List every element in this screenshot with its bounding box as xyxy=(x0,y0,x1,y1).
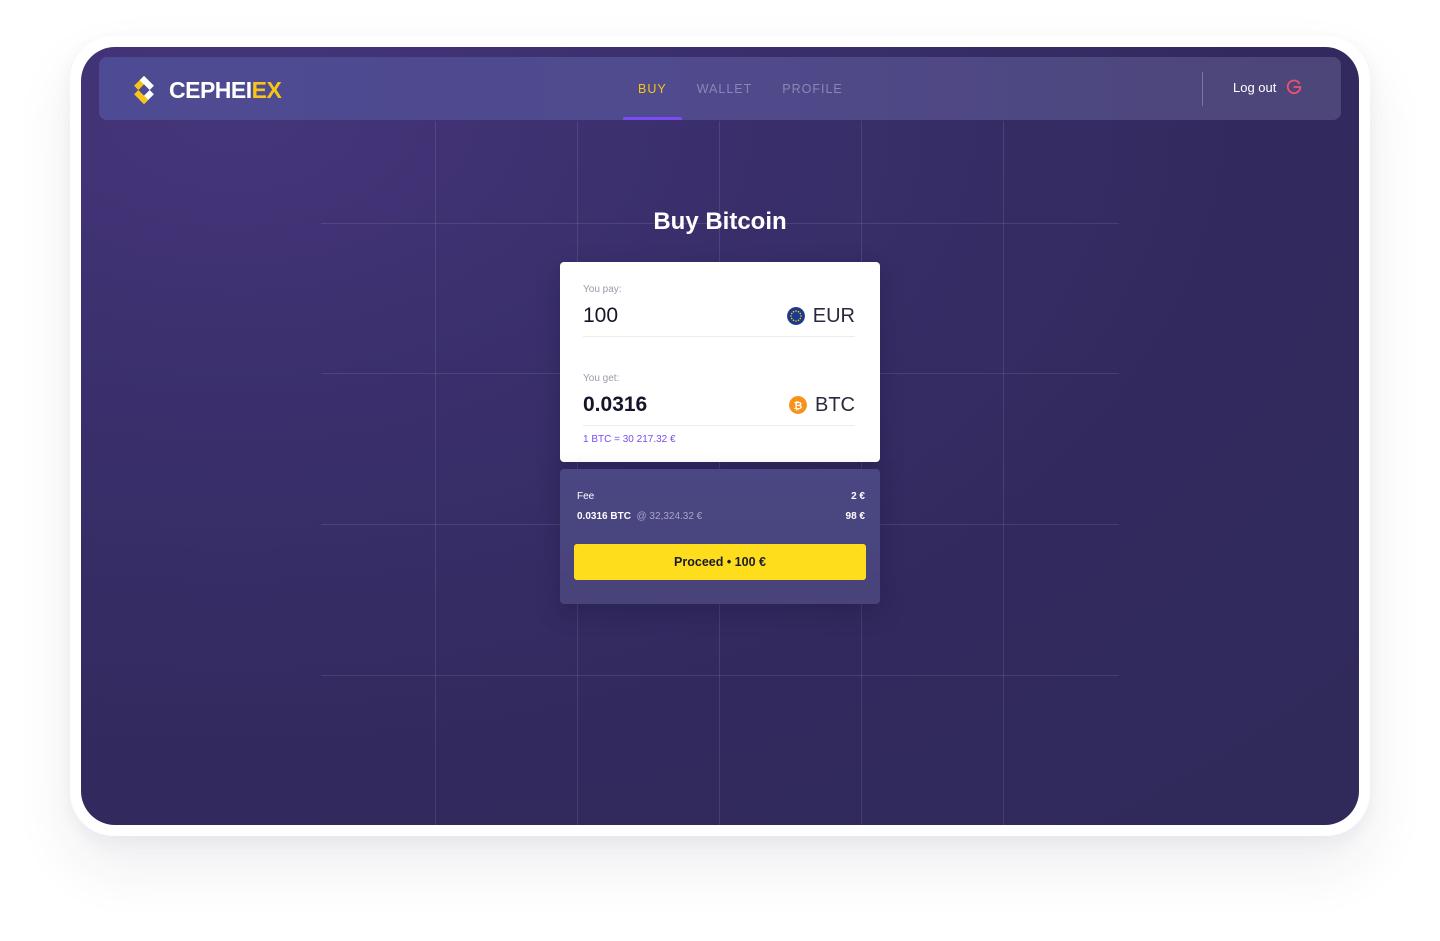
proceed-button[interactable]: Proceed • 100 € xyxy=(574,544,866,580)
fee-row: Fee 2 € xyxy=(577,491,865,502)
pay-field: You pay: 100 EUR xyxy=(583,284,855,337)
logout-label: Log out xyxy=(1233,79,1277,95)
tab-wallet[interactable]: WALLET xyxy=(682,57,768,120)
fee-value: 2 € xyxy=(851,491,865,502)
exchange-card: You pay: 100 EUR You get: 0.0316 ₿ BTC 1… xyxy=(560,262,880,462)
bitcoin-icon: ₿ xyxy=(789,396,807,414)
brand-logo[interactable]: CEPHEIEX xyxy=(127,73,282,107)
exchange-rate: 1 BTC = 30 217.32 € xyxy=(583,434,676,445)
logout-icon xyxy=(1287,79,1302,94)
main-nav: BUY WALLET PROFILE xyxy=(623,57,858,120)
svg-text:₿: ₿ xyxy=(794,400,803,412)
pay-currency-selector[interactable]: EUR xyxy=(786,304,855,328)
amount-btc: 0.0316 BTC xyxy=(577,511,631,522)
brand-name-accent: EX xyxy=(251,76,282,103)
pay-label: You pay: xyxy=(583,284,622,295)
get-label: You get: xyxy=(583,373,620,384)
fee-label: Fee xyxy=(577,491,595,502)
eu-flag-icon xyxy=(786,307,805,325)
pay-row: 100 EUR xyxy=(583,304,855,337)
amount-value: 98 € xyxy=(845,511,865,522)
app-screen: CEPHEIEX BUY WALLET PROFILE Log out Buy … xyxy=(81,47,1359,825)
tab-profile[interactable]: PROFILE xyxy=(767,57,858,120)
pay-amount-input[interactable]: 100 xyxy=(583,304,618,328)
get-currency-code: BTC xyxy=(815,393,855,416)
tab-buy[interactable]: BUY xyxy=(623,57,682,120)
cepheiex-logo-icon xyxy=(134,75,154,105)
grid-line xyxy=(321,675,1119,676)
top-navbar: CEPHEIEX BUY WALLET PROFILE Log out xyxy=(99,57,1341,120)
get-row: 0.0316 ₿ BTC xyxy=(583,393,855,426)
amount-rate: @ 32,324.32 € xyxy=(636,511,703,522)
get-amount-value: 0.0316 xyxy=(583,393,648,416)
page-title: Buy Bitcoin xyxy=(653,208,787,235)
pay-currency-code: EUR xyxy=(812,304,855,327)
order-summary: Fee 2 € 0.0316 BTC @ 32,324.32 € 98 € Pr… xyxy=(560,469,880,604)
logout-button[interactable]: Log out xyxy=(1233,79,1302,95)
brand-name: CEPHEIEX xyxy=(169,76,282,104)
brand-name-main: CEPHEI xyxy=(169,76,252,103)
get-field: You get: 0.0316 ₿ BTC 1 BTC = 30 217.32 … xyxy=(583,373,855,445)
amount-detail: 0.0316 BTC @ 32,324.32 € xyxy=(577,511,702,522)
amount-row: 0.0316 BTC @ 32,324.32 € 98 € xyxy=(577,511,865,522)
nav-divider xyxy=(1202,72,1203,106)
get-currency-selector[interactable]: ₿ BTC xyxy=(789,394,855,417)
